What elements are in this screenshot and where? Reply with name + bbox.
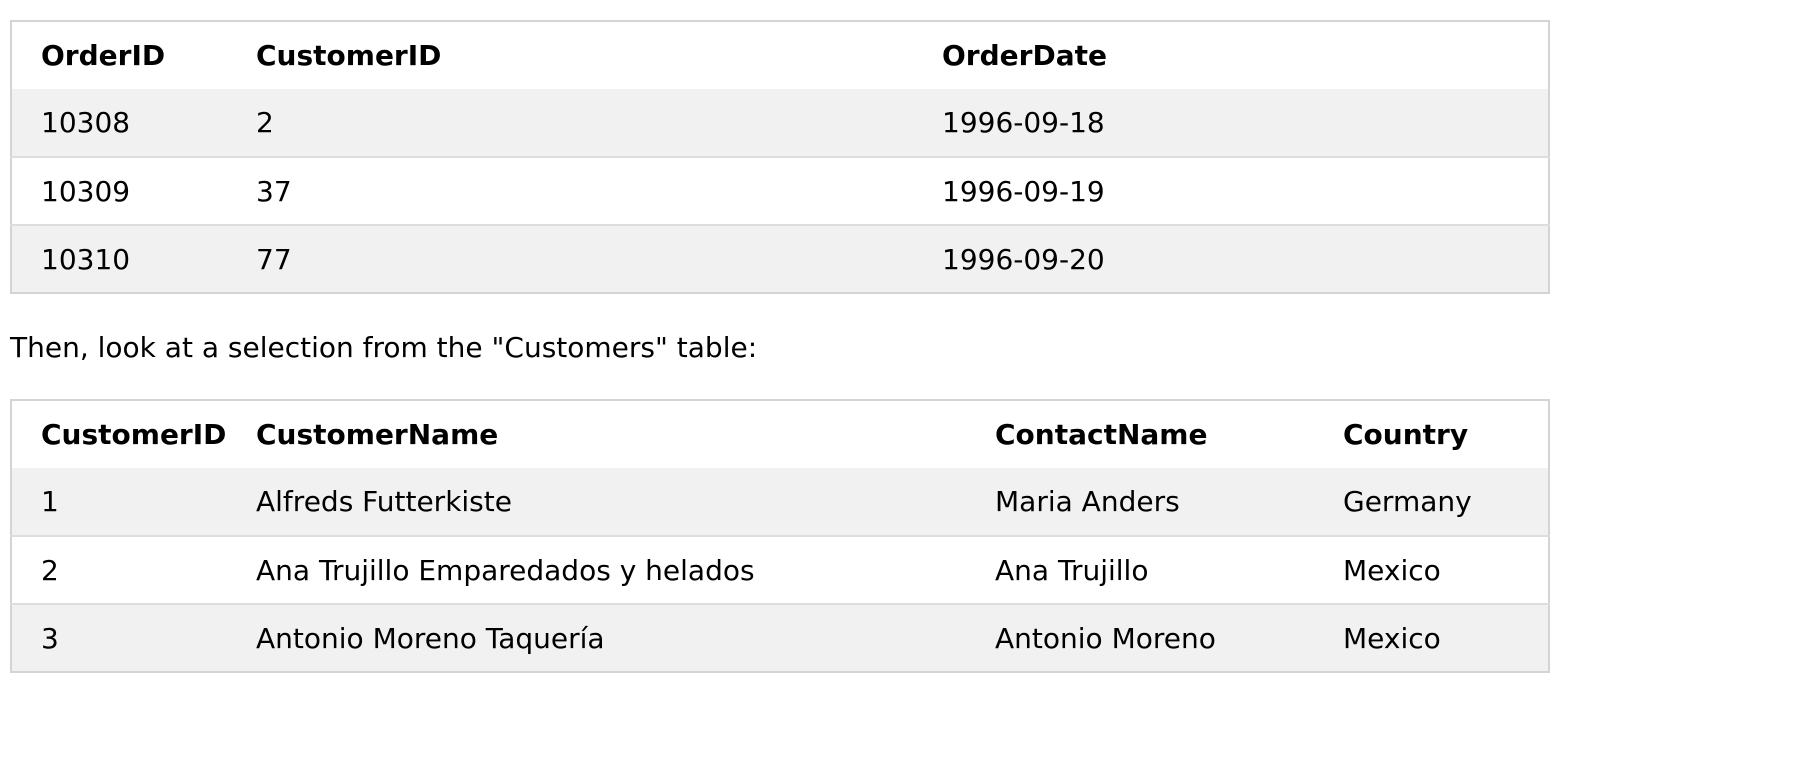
table-cell: Germany bbox=[1343, 485, 1472, 518]
table-row: 10308 2 1996-09-18 bbox=[11, 89, 1549, 157]
table-cell: Ana Trujillo bbox=[995, 553, 1149, 587]
table-header-row: OrderID CustomerID OrderDate bbox=[11, 21, 1549, 89]
table-cell: 1 bbox=[41, 485, 59, 518]
table-cell: 2 bbox=[256, 106, 274, 139]
table-row: 10309 37 1996-09-19 bbox=[11, 157, 1549, 225]
column-header-customername: CustomerName bbox=[227, 400, 966, 468]
table-cell: 3 bbox=[41, 621, 59, 655]
column-header-orderid: OrderID bbox=[11, 21, 227, 89]
table-cell: Maria Anders bbox=[995, 485, 1180, 518]
table-row: 10310 77 1996-09-20 bbox=[11, 225, 1549, 293]
table-cell: 10308 bbox=[41, 106, 131, 139]
orders-table: OrderID CustomerID OrderDate 10308 2 199… bbox=[10, 20, 1550, 294]
table-cell: 2 bbox=[41, 553, 59, 587]
customers-table: CustomerID CustomerName ContactName Coun… bbox=[10, 399, 1550, 673]
column-header-customerid: CustomerID bbox=[11, 400, 227, 468]
table-cell: Antonio Moreno Taquería bbox=[256, 621, 605, 655]
table-row: 1 Alfreds Futterkiste Maria Anders Germa… bbox=[11, 468, 1549, 536]
table-cell: 1996-09-20 bbox=[942, 242, 1105, 276]
table-cell: Antonio Moreno bbox=[995, 621, 1216, 655]
table-cell: Mexico bbox=[1343, 553, 1441, 587]
table-cell: 1996-09-18 bbox=[942, 106, 1105, 139]
table-cell: Alfreds Futterkiste bbox=[256, 485, 512, 518]
table-cell: 10309 bbox=[41, 174, 131, 208]
table-cell: 1996-09-19 bbox=[942, 174, 1105, 208]
column-header-customerid: CustomerID bbox=[227, 21, 913, 89]
column-header-orderdate: OrderDate bbox=[913, 21, 1549, 89]
column-header-contactname: ContactName bbox=[966, 400, 1314, 468]
table-header-row: CustomerID CustomerName ContactName Coun… bbox=[11, 400, 1549, 468]
table-cell: Ana Trujillo Emparedados y helados bbox=[256, 553, 755, 587]
intro-paragraph: Then, look at a selection from the "Cust… bbox=[10, 331, 758, 364]
table-cell: 77 bbox=[256, 242, 292, 276]
page-content: OrderID CustomerID OrderDate 10308 2 199… bbox=[0, 0, 1794, 770]
column-header-country: Country bbox=[1314, 400, 1549, 468]
table-row: 3 Antonio Moreno Taquería Antonio Moreno… bbox=[11, 604, 1549, 672]
table-row: 2 Ana Trujillo Emparedados y helados Ana… bbox=[11, 536, 1549, 604]
table-cell: Mexico bbox=[1343, 621, 1441, 655]
table-cell: 37 bbox=[256, 174, 292, 208]
table-cell: 10310 bbox=[41, 242, 131, 276]
